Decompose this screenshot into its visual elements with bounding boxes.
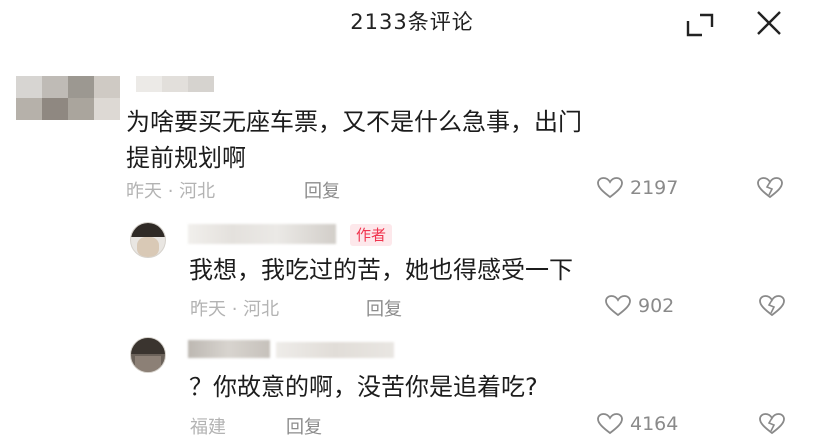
comment-time-location: 昨天 · 河北 xyxy=(126,181,216,202)
reply-button[interactable]: 回复 xyxy=(286,413,322,439)
reply-button[interactable]: 回复 xyxy=(304,177,340,203)
avatar[interactable] xyxy=(130,337,166,373)
comment-text-line: ？你故意的啊，没苦你是追着吃? xyxy=(189,373,538,401)
broken-heart-icon xyxy=(757,177,783,199)
comment-time-location: 昨天 · 河北 xyxy=(190,299,280,320)
author-badge: 作者 xyxy=(350,224,393,246)
broken-heart-icon xyxy=(759,295,785,317)
heart-icon xyxy=(597,177,623,199)
reply-button[interactable]: 回复 xyxy=(366,295,402,321)
like-button[interactable]: 4164 xyxy=(596,412,678,436)
like-button[interactable]: 902 xyxy=(604,294,674,318)
avatar[interactable] xyxy=(16,76,120,120)
heart-icon xyxy=(605,295,631,317)
username-blurred xyxy=(136,76,214,92)
dislike-button[interactable] xyxy=(758,294,786,318)
close-icon[interactable] xyxy=(752,9,786,39)
like-count: 2197 xyxy=(630,177,679,199)
avatar[interactable] xyxy=(130,222,166,258)
expand-corner-icon[interactable] xyxy=(684,9,718,39)
comment-text-line: 为啥要买无座车票，又不是什么急事，出门 xyxy=(126,108,582,136)
like-count: 902 xyxy=(638,295,675,317)
dislike-button[interactable] xyxy=(756,176,784,200)
broken-heart-icon xyxy=(759,413,785,435)
username-blurred xyxy=(276,342,394,358)
comment-text-line: 我想，我吃过的苦，她也得感受一下 xyxy=(189,256,573,284)
username-blurred xyxy=(188,340,270,358)
like-button[interactable]: 2197 xyxy=(596,176,678,200)
heart-icon xyxy=(597,413,623,435)
like-count: 4164 xyxy=(630,413,679,435)
dislike-button[interactable] xyxy=(758,412,786,436)
comment-location: 福建 xyxy=(190,417,226,438)
comment-text-line: 提前规划啊 xyxy=(126,144,246,172)
username-blurred xyxy=(188,224,336,244)
